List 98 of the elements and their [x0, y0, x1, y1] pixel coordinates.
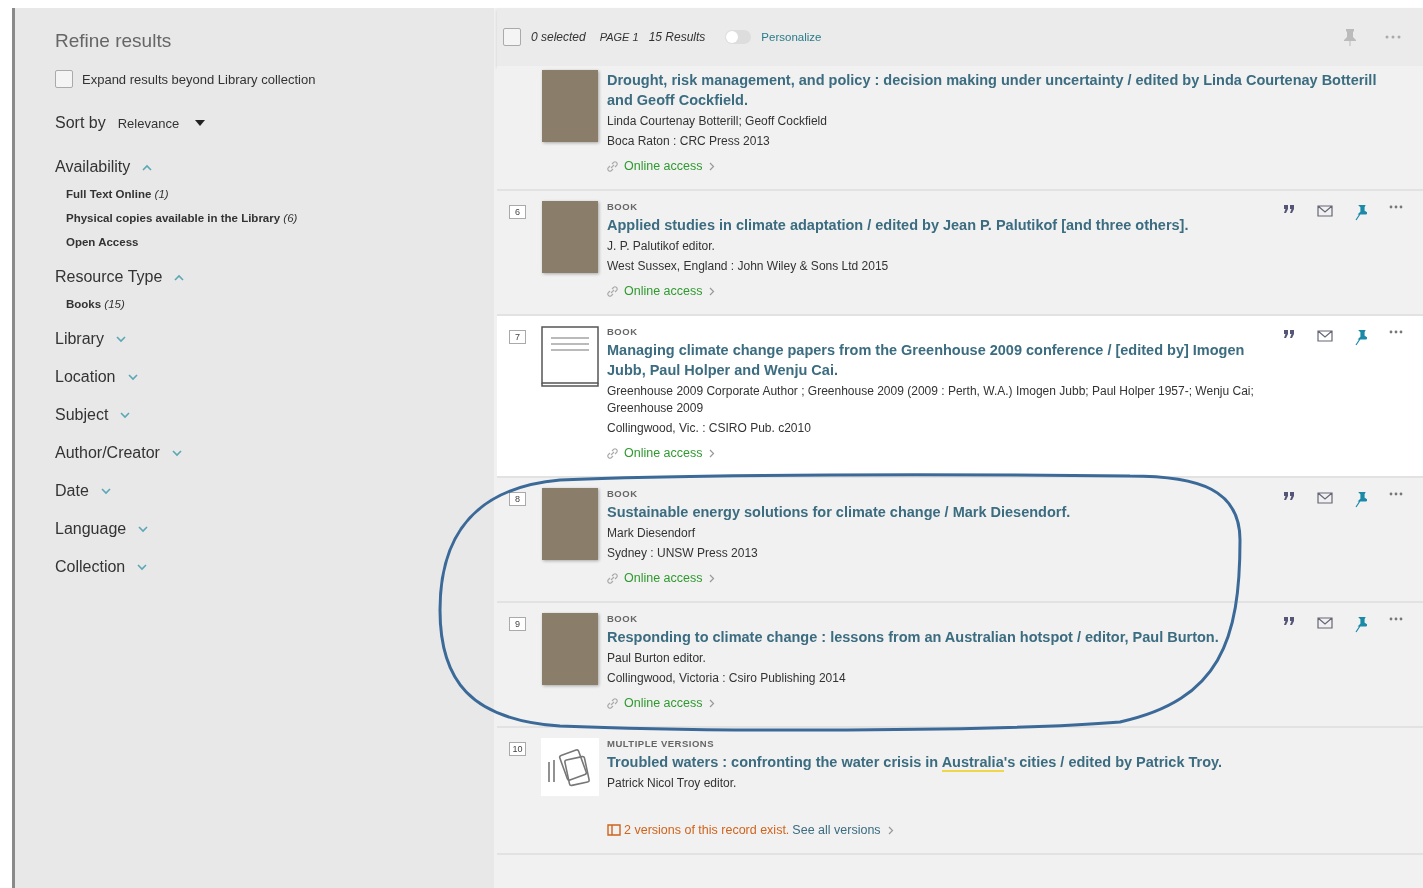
result-detail: Collingwood, Victoria : Csiro Publishing 2014: [607, 670, 847, 687]
chevron-up-icon: [142, 163, 153, 171]
chevron-down-icon: [171, 449, 182, 457]
book-cover-placeholder: [542, 70, 598, 142]
chevron-right-icon: [887, 825, 894, 835]
chevron-right-icon: [708, 573, 715, 583]
result-detail: Sydney : UNSW Press 2013: [607, 545, 759, 562]
facet-header[interactable]: Author/Creator: [55, 444, 182, 462]
see-all-versions-link[interactable]: See all versions: [792, 823, 881, 837]
sort-dropdown[interactable]: Relevance: [117, 115, 206, 131]
facet-option[interactable]: Full Text Online (1): [66, 188, 169, 200]
result-detail: Paul Burton editor.: [607, 650, 707, 667]
link-icon: [607, 447, 618, 459]
resource-type: BOOK: [607, 326, 639, 337]
chevron-down-icon: [120, 411, 131, 419]
book-icon: [541, 326, 599, 388]
facet-header[interactable]: Resource Type: [55, 268, 185, 286]
chevron-right-icon: [708, 161, 715, 171]
more-icon[interactable]: [1389, 492, 1403, 496]
result-detail: Linda Courtenay Botterill; Geoff Cockfield: [607, 113, 828, 130]
resource-type: BOOK: [607, 488, 639, 499]
chevron-right-icon: [708, 448, 715, 458]
citation-icon[interactable]: [1283, 205, 1295, 213]
facet-header[interactable]: Date: [55, 482, 111, 500]
pin-icon[interactable]: [1355, 205, 1367, 221]
select-all-checkbox[interactable]: [503, 28, 521, 46]
chevron-right-icon: [708, 698, 715, 708]
email-icon[interactable]: [1317, 617, 1333, 629]
page-number: PAGE 1: [599, 31, 639, 43]
result-number: 10: [509, 742, 526, 756]
more-icon[interactable]: [1389, 205, 1403, 209]
link-icon: [607, 285, 618, 297]
link-icon: [607, 572, 618, 584]
book-cover-placeholder: [542, 201, 598, 273]
personalize-label[interactable]: Personalize: [761, 31, 822, 43]
versions-note: 2 versions of this record exist.: [624, 823, 790, 837]
result-detail: Patrick Nicol Troy editor.: [607, 775, 738, 792]
result-title-link[interactable]: Drought, risk management, and policy : decision making under uncertainty / edited by Linda Courtenay Botterill and Geoff Cockfield.: [607, 70, 1403, 110]
chevron-up-icon: [174, 273, 185, 281]
chevron-right-icon: [708, 286, 715, 296]
facet-header[interactable]: Subject: [55, 406, 131, 424]
result-title-link[interactable]: Managing climate change papers from the Greenhouse 2009 conference / [edited by] Imogen Jubb, Paul Holper and Wenju Cai.: [607, 340, 1283, 380]
result-title-link[interactable]: Sustainable energy solutions for climate change / Mark Diesendorf.: [607, 502, 1283, 522]
personalize-toggle[interactable]: [725, 30, 752, 44]
facet-header[interactable]: Language: [55, 520, 149, 538]
email-icon[interactable]: [1317, 330, 1333, 342]
chevron-down-icon: [115, 335, 126, 343]
facet-header[interactable]: Location: [55, 368, 138, 386]
result-detail: Collingwood, Vic. : CSIRO Pub. c2010: [607, 420, 812, 437]
book-cover-placeholder: [542, 488, 598, 560]
resource-type: BOOK: [607, 201, 639, 212]
pin-icon[interactable]: [1355, 492, 1367, 508]
results-count: 15 Results: [648, 30, 706, 44]
chevron-down-icon: [138, 525, 149, 533]
expand-checkbox[interactable]: [55, 70, 73, 88]
more-icon[interactable]: [1389, 330, 1403, 334]
facet-option[interactable]: Physical copies available in the Library (6): [66, 212, 298, 224]
result-title-link[interactable]: Applied studies in climate adaptation / edited by Jean P. Palutikof [and three others].: [607, 215, 1283, 235]
resource-type: MULTIPLE VERSIONS: [607, 738, 716, 749]
result-detail: Greenhouse 2009 Corporate Author ; Greenhouse 2009 (2009 : Perth, W.A.) Imogen Jubb; Paul Holper 1957-; Wenju Cai; Greenhouse 2009: [607, 383, 1255, 417]
email-icon[interactable]: [1317, 205, 1333, 217]
resource-type: BOOK: [607, 613, 639, 624]
result-number: 8: [509, 492, 526, 506]
selected-count: 0 selected: [531, 30, 586, 44]
citation-icon[interactable]: [1283, 492, 1295, 500]
email-icon[interactable]: [1317, 492, 1333, 504]
facet-option[interactable]: Books (15): [66, 298, 125, 310]
pin-icon[interactable]: [1355, 617, 1367, 633]
result-title-link[interactable]: Responding to climate change : lessons from an Australian hotspot / editor, Paul Burton.: [607, 627, 1283, 647]
facet-header[interactable]: Collection: [55, 558, 148, 576]
facet-header[interactable]: Availability: [55, 158, 153, 176]
chevron-down-icon: [137, 563, 148, 571]
chevron-down-icon: [100, 487, 111, 495]
result-detail: J. P. Palutikof editor.: [607, 238, 716, 255]
result-detail: West Sussex, England : John Wiley & Sons Ltd 2015: [607, 258, 890, 275]
link-icon: [607, 160, 618, 172]
result-number: 9: [509, 617, 526, 631]
expand-label[interactable]: Expand results beyond Library collection: [82, 71, 316, 87]
citation-icon[interactable]: [1283, 617, 1295, 625]
result-detail: Mark Diesendorf: [607, 525, 697, 542]
caret-icon: [195, 120, 206, 126]
chevron-down-icon: [127, 373, 138, 381]
facet-option[interactable]: Open Access: [66, 236, 139, 248]
sort-label: Sort by: [55, 114, 106, 132]
pin-icon[interactable]: [1355, 330, 1367, 346]
result-number: 7: [509, 330, 526, 344]
citation-icon[interactable]: [1283, 330, 1295, 338]
result-title-link[interactable]: Troubled waters : confronting the water crisis in Australia's cities / edited by Patrick Troy.: [607, 752, 1403, 772]
online-access-link[interactable]: Online access: [607, 446, 715, 460]
versions-icon: [541, 738, 599, 796]
sidebar-title: Refine results: [55, 30, 173, 52]
result-detail: Boca Raton : CRC Press 2013: [607, 133, 771, 150]
versions-small-icon: [607, 824, 621, 836]
result-number: 6: [509, 205, 526, 219]
link-icon: [607, 697, 618, 709]
more-icon[interactable]: [1389, 617, 1403, 621]
facet-header[interactable]: Library: [55, 330, 126, 348]
book-cover-placeholder: [542, 613, 598, 685]
